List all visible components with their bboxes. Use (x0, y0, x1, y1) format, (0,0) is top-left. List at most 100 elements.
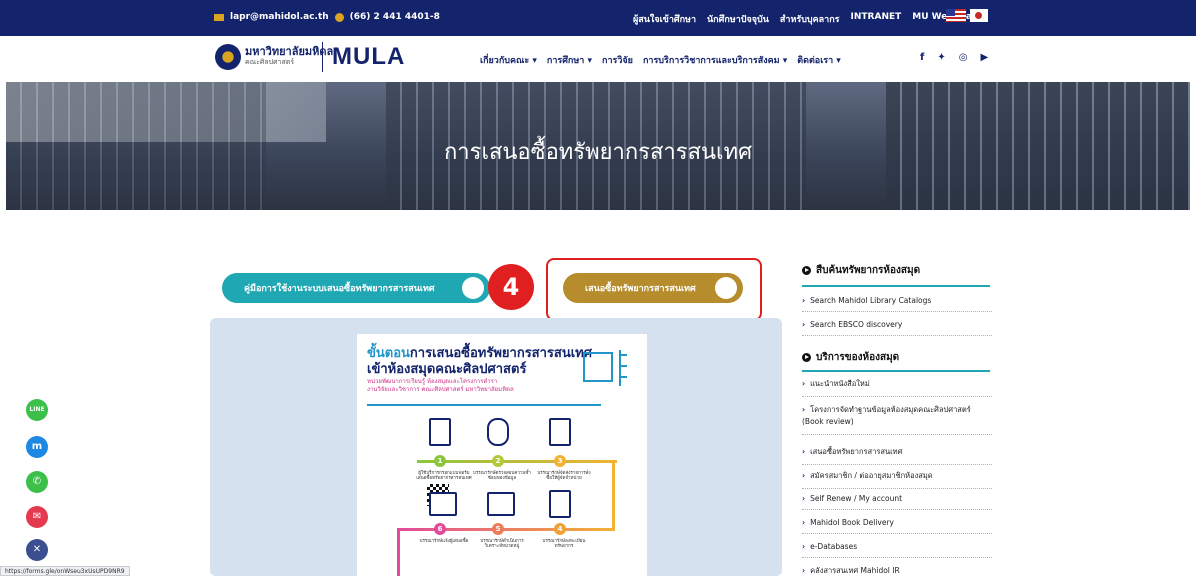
english-flag-icon[interactable] (946, 9, 966, 22)
sidebar-item-label: โครงการจัดทำฐานข้อมูลห้องสมุดคณะศิลปศาสต… (802, 405, 971, 426)
bullet-play-icon (802, 353, 811, 362)
japanese-flag-icon[interactable] (970, 9, 988, 22)
poster-divider (367, 404, 601, 406)
sidebar-item-self-renew[interactable]: › Self Renew / My account (802, 494, 992, 510)
sidebar-item-label: เสนอซื้อทรัพยากรสารสนเทศ (810, 447, 903, 456)
manual-button-knob (462, 277, 484, 299)
propose-button-label: เสนอซื้อทรัพยากรสารสนเทศ (585, 284, 696, 294)
mula-logo[interactable]: MULA (332, 43, 405, 71)
sidebar-item-library-catalogs[interactable]: › Search Mahidol Library Catalogs (802, 296, 992, 312)
sidebar-item-label: คลังสารสนเทศ Mahidol IR (810, 566, 900, 575)
top-link-intranet[interactable]: INTRANET (851, 12, 902, 26)
sidebar-item-label: Search Mahidol Library Catalogs (810, 296, 932, 305)
contact-info: lapr@mahidol.ac.th (66) 2 441 4401-8 (214, 12, 440, 22)
sidebar-heading-underline (802, 370, 990, 372)
step-3-caption: บรรณารักษ์จัดส่งรายการสั่งซื้อให้ผู้จัดจ… (537, 471, 591, 482)
sidebar-item-ebsco[interactable]: › Search EBSCO discovery (802, 320, 992, 336)
step-5-caption: บรรณารักษ์ดำเนินการวิเคราะห์หมวดหมู่ (480, 539, 524, 550)
step-4-marker: 4 (554, 523, 566, 535)
email-link[interactable]: lapr@mahidol.ac.th (230, 12, 329, 22)
books-icon (429, 492, 457, 516)
line-chat-icon[interactable]: LINE (26, 399, 48, 421)
timeline-line-left (397, 528, 400, 576)
menu-education[interactable]: การศึกษา ▾ (547, 53, 592, 67)
sidebar-heading-search-label: สืบค้นทรัพยากรห้องสมุด (816, 265, 921, 276)
manual-button-label: คู่มือการใช้งานระบบเสนอซื้อทรัพยากรสารสน… (244, 284, 435, 294)
review-icon (549, 418, 571, 446)
status-bar-url: https://forms.gle/onWseu3xUsUPD9NR9 (0, 566, 130, 576)
main-menu: เกี่ยวกับคณะ ▾ การศึกษา ▾ การวิจัย การบร… (480, 53, 841, 67)
sidebar-item-e-databases[interactable]: › e-Databases (802, 542, 992, 558)
sidebar-heading-services: บริการของห้องสมุด (802, 350, 899, 365)
chevron-right-icon: › (802, 379, 806, 388)
step-1-marker: 1 (434, 455, 446, 467)
timeline-line-top (417, 460, 617, 463)
step-6-caption: บรรณารักษ์แจ้งผู้เสนอซื้อ (419, 539, 469, 544)
step-number-badge: 4 (488, 264, 534, 310)
poster-subtitle-line2: งานวิจัยและวิชาการ คณะศิลปศาสตร์ มหาวิทย… (367, 385, 514, 393)
logo-divider (322, 42, 323, 72)
menu-research[interactable]: การวิจัย (602, 53, 633, 67)
sidebar-item-propose-purchase[interactable]: › เสนอซื้อทรัพยากรสารสนเทศ (802, 446, 992, 465)
chevron-right-icon: › (802, 320, 806, 329)
step-2-caption: บรรณารักษ์ตรวจสอบความซ้ำซ้อนของข้อมูล (473, 471, 531, 482)
poster-title-line2: เข้าห้องสมุดคณะศิลปศาสตร์ (367, 362, 527, 377)
chevron-right-icon: › (802, 447, 806, 456)
twitter-icon[interactable]: ✦ (937, 52, 945, 63)
list-icon (619, 350, 627, 386)
chevron-right-icon: › (802, 518, 806, 527)
chevron-right-icon: › (802, 542, 806, 551)
propose-button-knob (715, 277, 737, 299)
chevron-right-icon: › (802, 494, 806, 503)
hero-banner: การเสนอซื้อทรัพยากรสารสนเทศ (6, 82, 1190, 210)
sidebar-item-label: Self Renew / My account (810, 494, 903, 503)
university-seal-logo[interactable] (215, 44, 241, 70)
menu-academic-services[interactable]: การบริการวิชาการและบริการสังคม ▾ (643, 53, 787, 67)
email-icon[interactable]: ✉ (26, 506, 48, 528)
menu-about[interactable]: เกี่ยวกับคณะ ▾ (480, 53, 537, 67)
database-icon (487, 418, 509, 446)
top-link-current-students[interactable]: นักศึกษาปัจจุบัน (707, 12, 769, 26)
page-title: การเสนอซื้อทรัพยากรสารสนเทศ (443, 140, 753, 165)
sidebar-item-label: แนะนำหนังสือใหม่ (810, 379, 870, 388)
top-link-prospective[interactable]: ผู้สนใจเข้าศึกษา (633, 12, 696, 26)
mail-icon (214, 13, 224, 21)
process-infographic: ขั้นตอนการเสนอซื้อทรัพยากรสารสนเทศ เข้าห… (357, 334, 647, 576)
language-switcher (946, 9, 988, 22)
university-name: มหาวิทยาลัยมหิดล (245, 45, 334, 58)
sidebar-heading-search: สืบค้นทรัพยากรห้องสมุด (802, 263, 920, 278)
sidebar-item-membership[interactable]: › สมัครสมาชิก / ต่ออายุสมาชิกห้องสมุด (802, 470, 992, 489)
instagram-icon[interactable]: ◎ (959, 52, 968, 63)
phone-call-icon[interactable]: ✆ (26, 471, 48, 493)
menu-contact[interactable]: ติดต่อเรา ▾ (797, 53, 841, 67)
step-3-marker: 3 (554, 455, 566, 467)
timeline-line-middle (397, 528, 615, 531)
sidebar-heading-services-label: บริการของห้องสมุด (816, 352, 900, 363)
sidebar-item-book-delivery[interactable]: › Mahidol Book Delivery (802, 518, 992, 534)
step-2-marker: 2 (492, 455, 504, 467)
social-links: f ✦ ◎ ▶ (920, 52, 988, 63)
document-icon (429, 418, 451, 446)
facebook-icon[interactable]: f (920, 52, 924, 63)
top-info-bar: lapr@mahidol.ac.th (66) 2 441 4401-8 ผู้… (0, 0, 1196, 36)
poster-subtitle-line1: หน่วยพัฒนาการเรียนรู้ ห้องสมุดและโครงการ… (367, 378, 498, 385)
messenger-icon[interactable]: m (26, 436, 48, 458)
university-logo-text[interactable]: มหาวิทยาลัยมหิดล คณะศิลปศาสตร์ (245, 46, 333, 66)
sidebar-item-label: สมัครสมาชิก / ต่ออายุสมาชิกห้องสมุด (810, 471, 933, 480)
sidebar-item-book-review[interactable]: › โครงการจัดทำฐานข้อมูลห้องสมุดคณะศิลปศาส… (802, 404, 992, 435)
close-icon[interactable]: ✕ (26, 539, 48, 561)
manual-button[interactable]: คู่มือการใช้งานระบบเสนอซื้อทรัพยากรสารสน… (222, 273, 490, 303)
phone-number: (66) 2 441 4401-8 (349, 12, 440, 22)
sidebar-item-label: Mahidol Book Delivery (810, 518, 894, 527)
top-link-staff[interactable]: สำหรับบุคลากร (780, 12, 840, 26)
youtube-icon[interactable]: ▶ (980, 52, 988, 63)
step-4-caption: บรรณารักษ์ลงทะเบียนทรัพยากร (542, 539, 586, 550)
step-6-marker: 6 (434, 523, 446, 535)
propose-purchase-button[interactable]: เสนอซื้อทรัพยากรสารสนเทศ (563, 273, 743, 303)
sidebar-item-mahidol-ir[interactable]: › คลังสารสนเทศ Mahidol IR (802, 565, 992, 576)
timeline-line-right (612, 460, 615, 530)
sidebar-item-new-books[interactable]: › แนะนำหนังสือใหม่ (802, 378, 992, 397)
book-icon (583, 352, 613, 382)
chevron-right-icon: › (802, 405, 806, 414)
sidebar-item-label: Search EBSCO discovery (810, 320, 903, 329)
